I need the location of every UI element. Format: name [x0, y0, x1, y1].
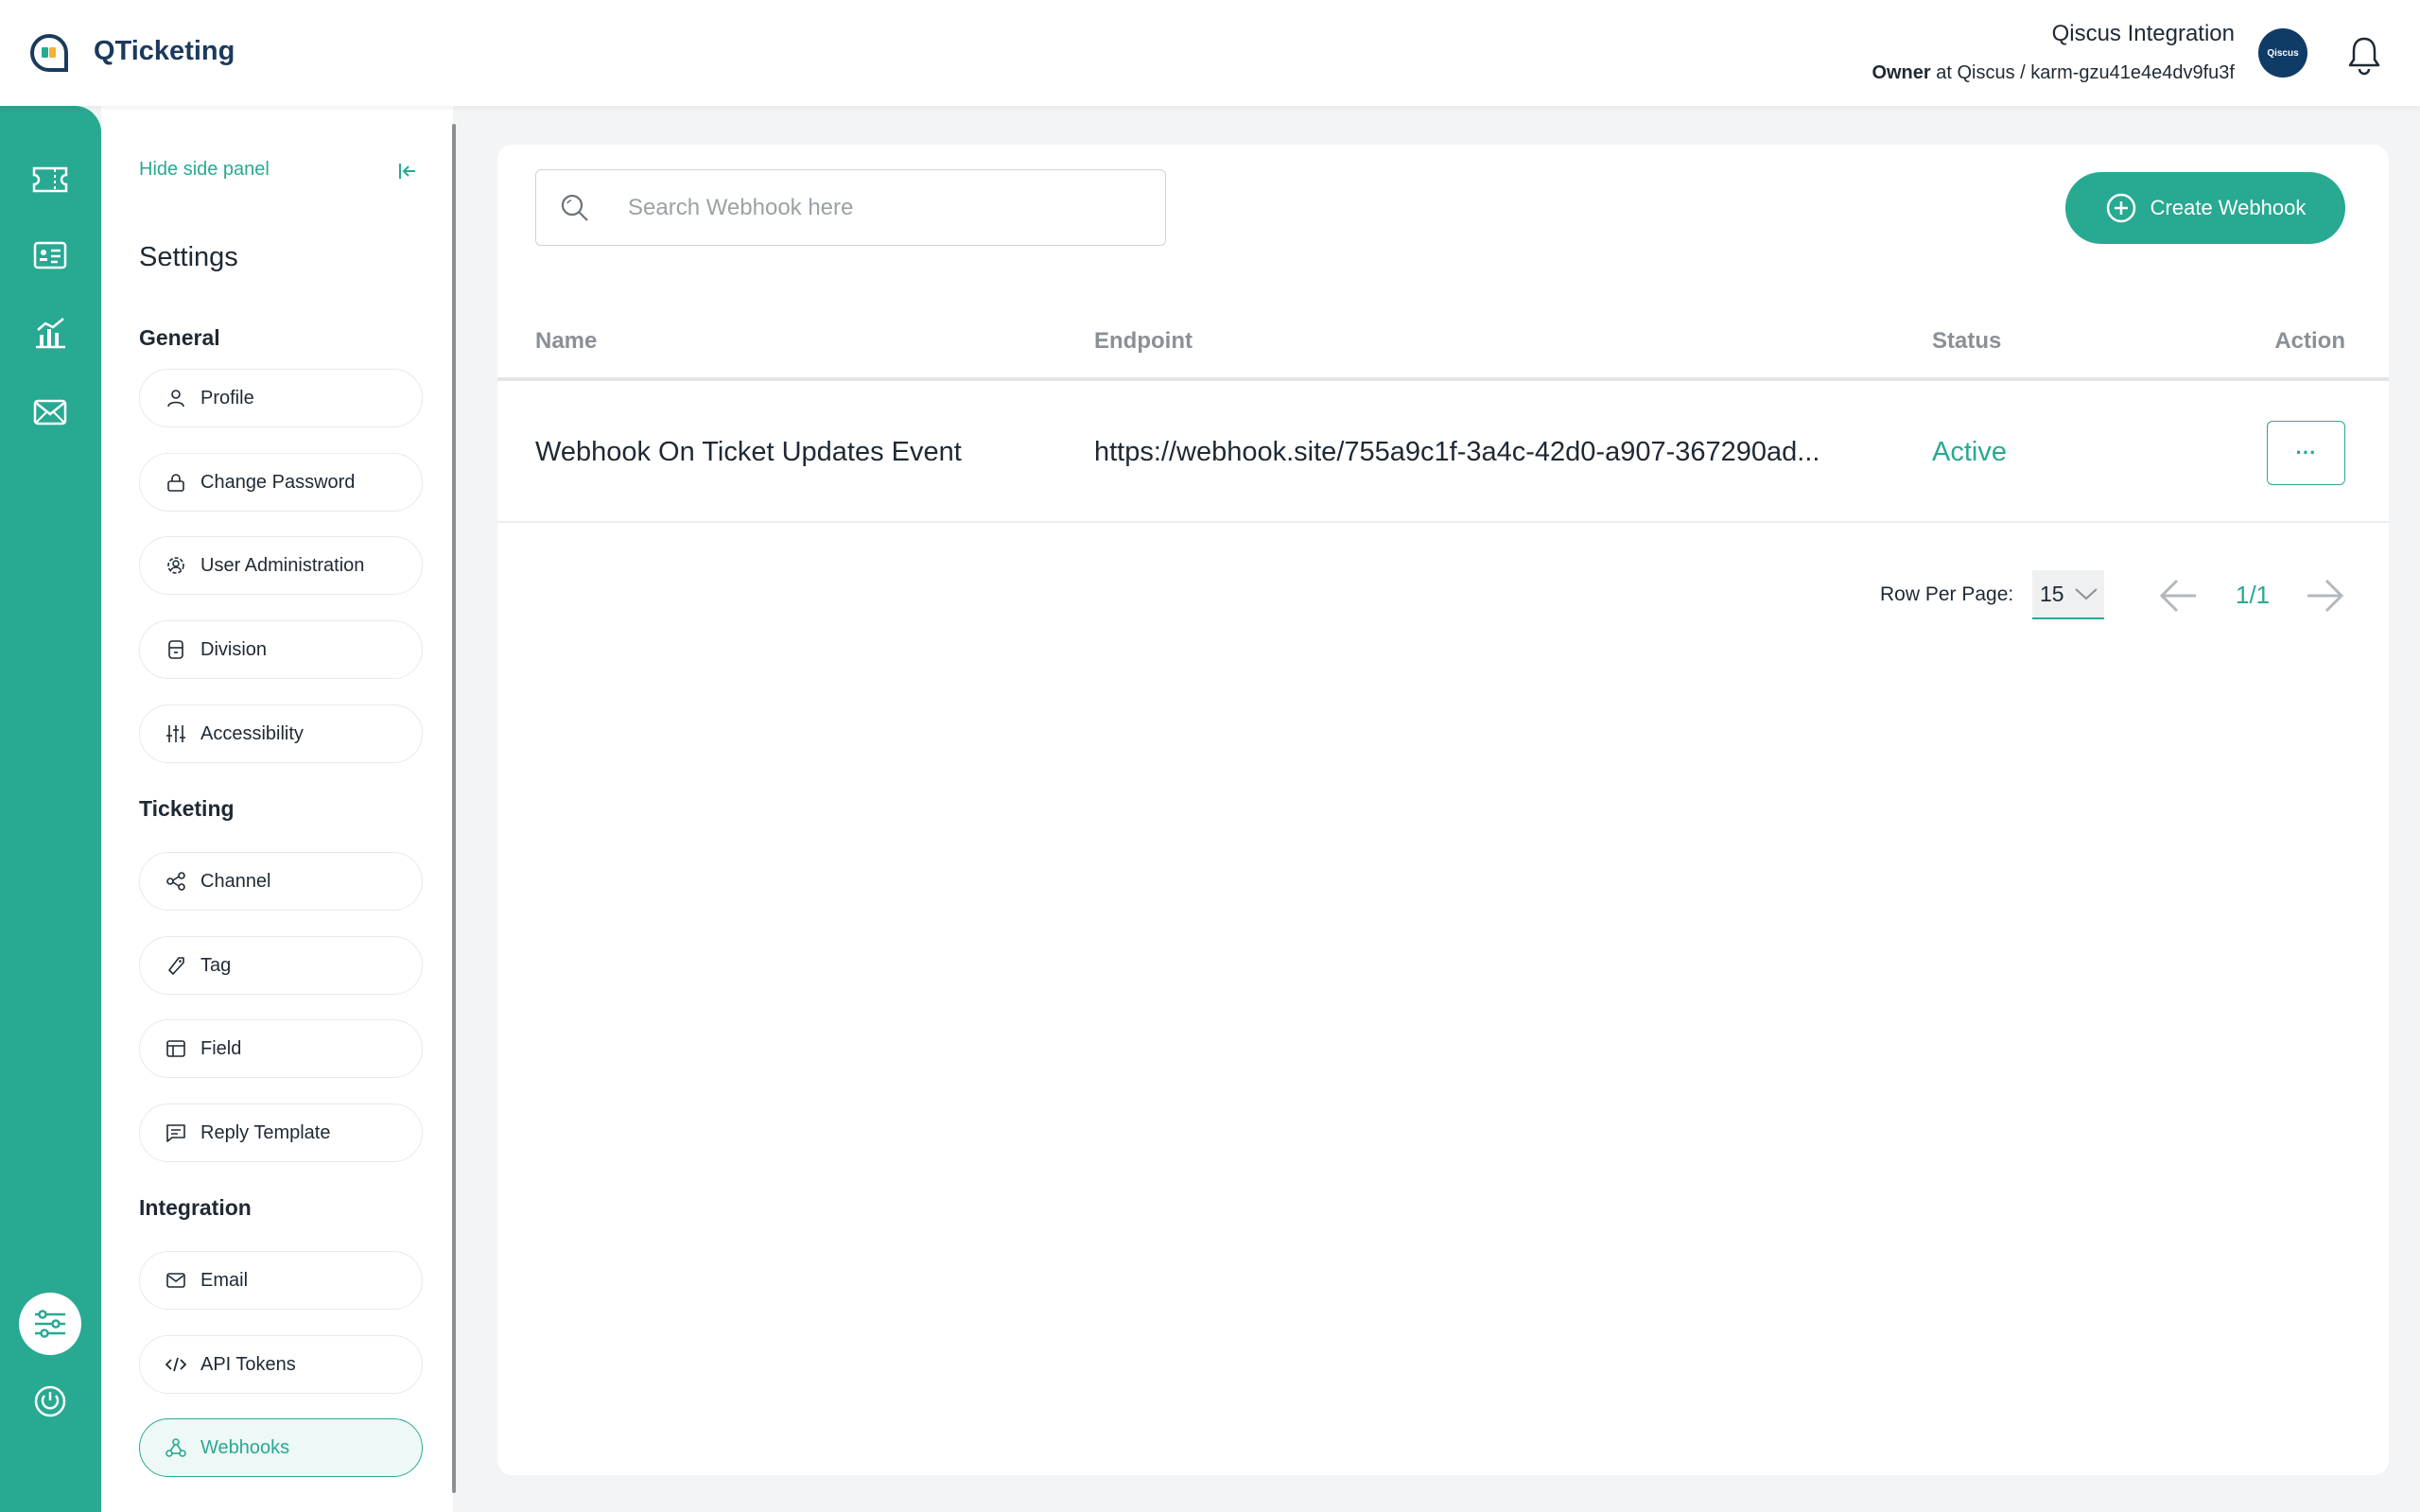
mail-icon[interactable] — [31, 393, 69, 431]
avatar-text: Qiscus — [2267, 47, 2299, 59]
lock-icon — [165, 471, 187, 494]
search-icon — [561, 194, 588, 221]
arrow-right-icon[interactable] — [2304, 577, 2345, 615]
row-divider — [497, 521, 2389, 523]
role-label: Owner — [1872, 62, 1931, 83]
status-badge: Active — [1932, 437, 2007, 467]
nav-item-label: Tag — [200, 954, 232, 976]
nav-item-api-tokens[interactable]: API Tokens — [139, 1335, 423, 1394]
contact-card-icon[interactable] — [31, 236, 69, 274]
nav-item-label: Profile — [200, 387, 254, 408]
nav-item-webhooks[interactable]: Webhooks — [139, 1418, 423, 1477]
nav-item-reply-template[interactable]: Reply Template — [139, 1104, 423, 1162]
plus-circle-icon — [2106, 193, 2135, 223]
column-header-action: Action — [2274, 328, 2345, 354]
nav-item-accessibility[interactable]: Accessibility — [139, 704, 423, 763]
account-name: Qiscus Integration — [2051, 21, 2235, 46]
header-divider — [497, 377, 2389, 381]
tag-icon — [165, 954, 187, 977]
rows-per-page-value: 15 — [2040, 581, 2064, 606]
layout-icon — [165, 1037, 187, 1060]
app-name: QTicketing — [94, 36, 235, 66]
user-gear-icon — [165, 554, 187, 577]
column-header-status[interactable]: Status — [1932, 328, 2001, 355]
section-title-general: General — [139, 325, 220, 350]
avatar[interactable]: Qiscus — [2258, 28, 2307, 78]
bell-icon[interactable] — [2345, 34, 2383, 76]
nav-item-label: Email — [200, 1269, 249, 1291]
nav-item-profile[interactable]: Profile — [139, 369, 423, 427]
envelope-icon — [165, 1269, 187, 1292]
sliders-icon — [165, 722, 187, 745]
section-title-integration: Integration — [139, 1195, 252, 1220]
analytics-icon[interactable] — [31, 314, 69, 352]
top-header: QTicketing Qiscus Integration Owner at Q… — [0, 0, 2420, 106]
code-icon — [165, 1353, 187, 1376]
share-icon — [165, 870, 187, 893]
side-panel-divider[interactable] — [452, 124, 456, 1493]
nav-item-label: Division — [200, 638, 268, 660]
nav-item-label: API Tokens — [200, 1353, 296, 1375]
nav-item-label: Channel — [200, 870, 271, 892]
nav-item-label: Field — [200, 1037, 242, 1059]
nav-item-label: Webhooks — [200, 1436, 290, 1458]
column-header-name[interactable]: Name — [535, 328, 597, 355]
page-indicator: 1/1 — [2236, 581, 2271, 609]
org-label: Qiscus / karm-gzu41e4e4dv9fu3f — [1957, 62, 2236, 83]
nav-item-channel[interactable]: Channel — [139, 852, 423, 911]
section-title-ticketing: Ticketing — [139, 796, 235, 821]
create-webhook-label: Create Webhook — [2150, 196, 2307, 219]
role-connector: at — [1936, 62, 1952, 83]
hide-side-panel-link[interactable]: Hide side panel — [139, 159, 270, 181]
nav-item-tag[interactable]: Tag — [139, 936, 423, 995]
create-webhook-button[interactable]: Create Webhook — [2065, 172, 2345, 244]
webhook-icon — [165, 1436, 187, 1459]
nav-item-change-password[interactable]: Change Password — [139, 453, 423, 512]
search-input[interactable] — [628, 187, 1139, 229]
search-box[interactable] — [535, 169, 1166, 246]
rows-per-page-select[interactable]: 15 — [2032, 570, 2104, 619]
nav-item-label: Change Password — [200, 471, 356, 493]
settings-sliders-icon[interactable] — [19, 1293, 81, 1355]
chevron-down-icon — [2074, 588, 2098, 600]
webhook-endpoint-cell: https://webhook.site/755a9c1f-3a4c-42d0-… — [1094, 437, 1820, 467]
row-action-button[interactable]: ··· — [2267, 421, 2345, 485]
qticketing-logo-icon[interactable] — [28, 32, 70, 74]
nav-item-field[interactable]: Field — [139, 1019, 423, 1078]
column-header-endpoint[interactable]: Endpoint — [1094, 328, 1193, 355]
main-nav-rail — [0, 106, 101, 1512]
account-role: Owner at Qiscus / karm-gzu41e4e4dv9fu3f — [1872, 62, 2235, 84]
user-icon — [165, 387, 187, 409]
arrow-left-icon[interactable] — [2158, 577, 2200, 615]
nav-item-label: Reply Template — [200, 1121, 331, 1143]
more-icon: ··· — [2295, 441, 2317, 464]
nav-item-user-administration[interactable]: User Administration — [139, 536, 423, 595]
webhook-name-cell[interactable]: Webhook On Ticket Updates Event — [535, 437, 962, 468]
nav-item-email[interactable]: Email — [139, 1251, 423, 1310]
message-icon — [165, 1121, 187, 1144]
nav-item-division[interactable]: Division — [139, 620, 423, 679]
webhooks-card — [497, 145, 2389, 1475]
ticket-icon[interactable] — [31, 161, 69, 199]
nav-item-label: Accessibility — [200, 722, 304, 744]
nav-item-label: User Administration — [200, 554, 365, 576]
rows-per-page-label: Row Per Page: — [1880, 583, 2014, 605]
settings-title: Settings — [139, 242, 238, 272]
division-icon — [165, 638, 187, 661]
collapse-left-icon[interactable] — [397, 161, 418, 182]
power-icon[interactable] — [31, 1382, 69, 1420]
